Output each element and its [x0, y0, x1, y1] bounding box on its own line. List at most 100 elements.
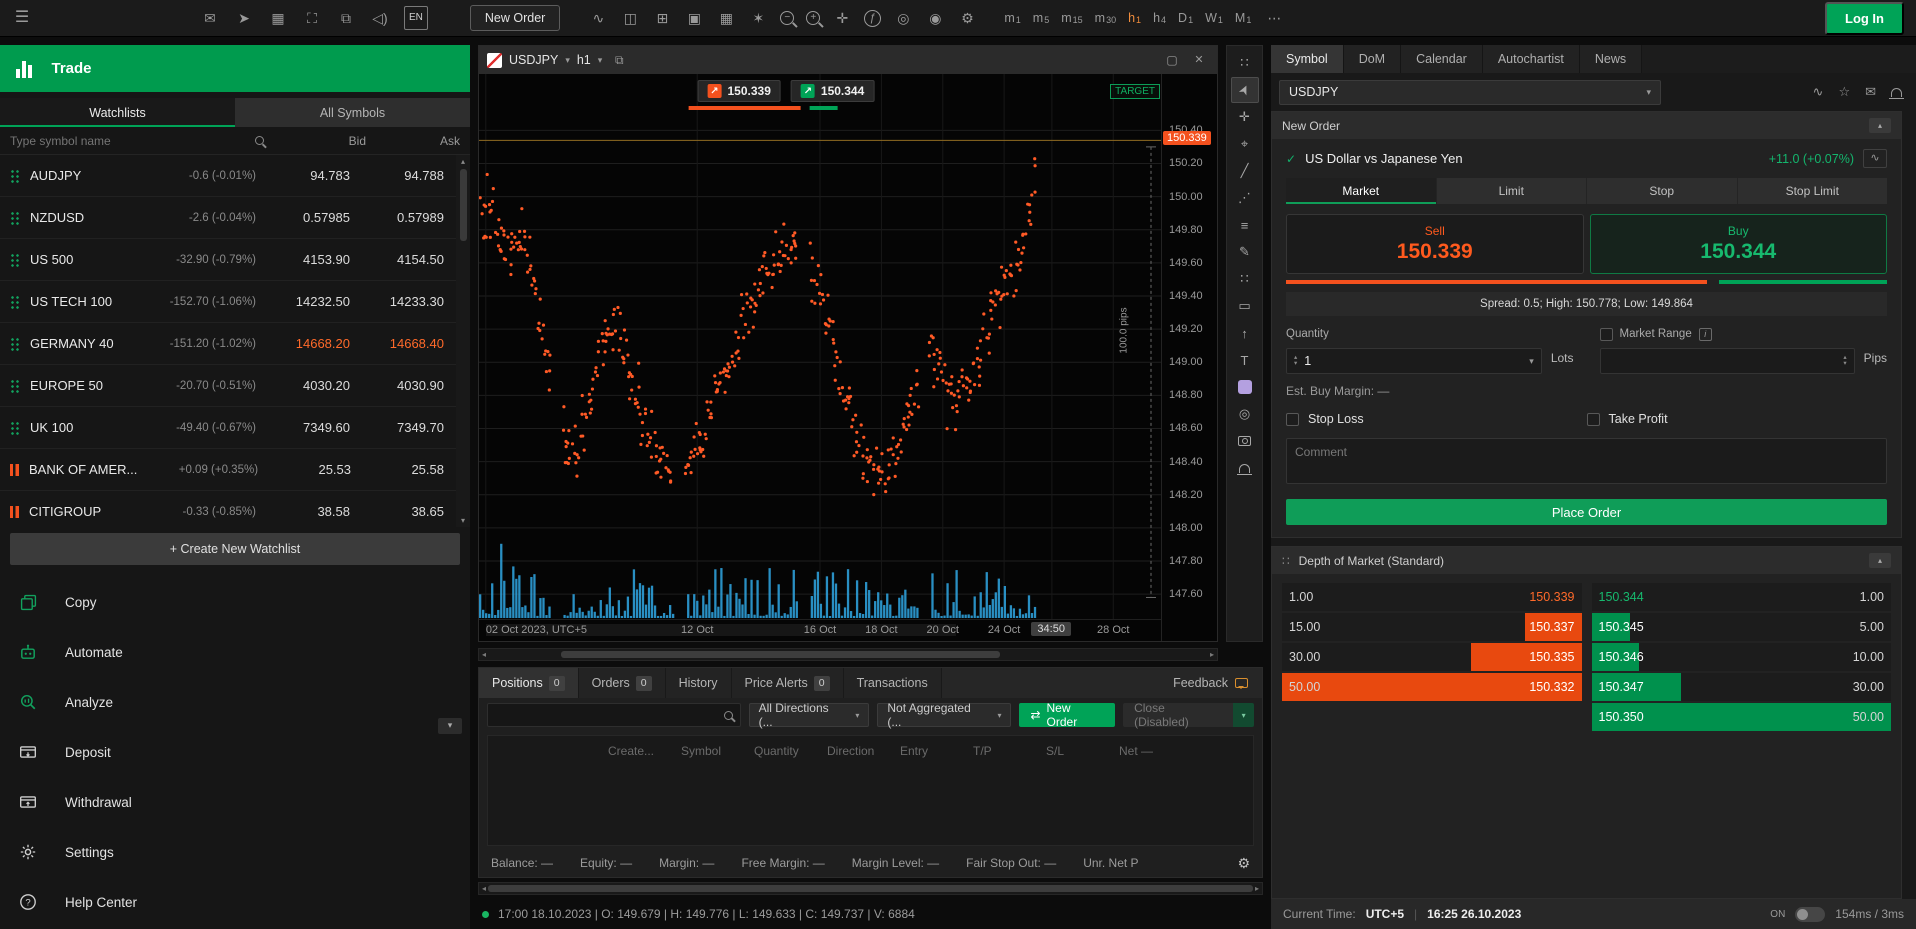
bid-price[interactable]: 94.783	[256, 168, 350, 183]
symbol-search-input[interactable]	[10, 134, 247, 148]
quantity-stepper[interactable]: ▴▾ ▾	[1286, 348, 1542, 374]
star-icon[interactable]: ☆	[1838, 84, 1850, 100]
watchlist-tab[interactable]: All Symbols	[235, 98, 470, 127]
bottom-scrollbar[interactable]: ◂ ▸	[478, 882, 1263, 895]
ask-price[interactable]: 4030.90	[350, 378, 444, 393]
chart-timeframe[interactable]: h1	[577, 53, 591, 67]
ask-price[interactable]: 14668.40	[350, 336, 444, 351]
bid-price[interactable]: 4153.90	[256, 252, 350, 267]
aggregation-filter-select[interactable]: Not Aggregated (... ▾	[877, 703, 1011, 727]
timeframe-button[interactable]: m30	[1091, 9, 1120, 27]
feedback-button[interactable]: Feedback	[1159, 668, 1262, 698]
column-header[interactable]: Quantity	[754, 744, 827, 758]
watchlist-row[interactable]: US 500 -32.90 (-0.79%) 4153.90 4154.50	[0, 239, 470, 281]
watchlist-row[interactable]: NZDUSD -2.6 (-0.04%) 0.57985 0.57989	[0, 197, 470, 239]
chart-scrollbar[interactable]: ◂ ▸	[478, 648, 1218, 661]
scrollbar-thumb[interactable]	[460, 169, 467, 241]
target-tool[interactable]: ⌖	[1231, 131, 1259, 157]
drag-dots-icon[interactable]: ∷	[1282, 554, 1290, 568]
drag-handle-icon[interactable]: ∷	[1231, 50, 1259, 76]
spinner-icon[interactable]: ▴▾	[1843, 355, 1846, 367]
column-header[interactable]: Entry	[900, 744, 973, 758]
compare-chart-icon[interactable]: ∿	[588, 8, 608, 28]
chevron-down-icon[interactable]: ▾	[598, 55, 603, 66]
drag-handle-icon[interactable]	[10, 295, 20, 309]
scroll-right-icon[interactable]: ▸	[1255, 884, 1259, 893]
scroll-right-icon[interactable]: ▸	[1210, 650, 1214, 659]
color-swatch-tool[interactable]	[1231, 374, 1259, 400]
drag-handle-icon[interactable]	[10, 169, 20, 183]
timeframe-button[interactable]: h4	[1149, 9, 1170, 27]
bid-price[interactable]: 7349.60	[256, 420, 350, 435]
order-type-tab[interactable]: Market	[1286, 178, 1437, 204]
sidebar-menu-item[interactable]: Withdrawal	[0, 777, 470, 827]
watchlist-row[interactable]: UK 100 -49.40 (-0.67%) 7349.60 7349.70	[0, 407, 470, 449]
watchlist-tab[interactable]: Watchlists	[0, 98, 235, 127]
chart-symbol[interactable]: USDJPY	[509, 53, 558, 67]
symbol-select[interactable]: USDJPY ▾	[1279, 80, 1661, 105]
quick-buy-button[interactable]: ↗ 150.344	[791, 80, 874, 102]
scroll-left-icon[interactable]: ◂	[482, 884, 486, 893]
expand-icon[interactable]: ▢	[1162, 50, 1182, 70]
timezone[interactable]: UTC+5	[1366, 907, 1404, 921]
link-chart-icon[interactable]: ∿	[1813, 84, 1824, 100]
scroll-up-icon[interactable]: ▴	[461, 157, 465, 166]
watchlist-row[interactable]: CITIGROUP -0.33 (-0.85%) 38.58 38.65	[0, 491, 470, 527]
positions-tab[interactable]: Positions 0	[479, 668, 579, 698]
ask-price[interactable]: 0.57989	[350, 210, 444, 225]
quick-sell-button[interactable]: ↗ 150.339	[698, 80, 781, 102]
sidebar-menu-item[interactable]: Deposit	[0, 727, 470, 777]
order-type-tab[interactable]: Stop Limit	[1738, 178, 1888, 204]
ask-price[interactable]: 38.65	[350, 504, 444, 519]
direction-filter-select[interactable]: All Directions (... ▾	[749, 703, 870, 727]
wand-icon[interactable]: ✶	[748, 8, 768, 28]
timeframe-button[interactable]: m5	[1029, 9, 1053, 27]
dom-ask-row[interactable]: 150.345 5.00	[1592, 613, 1892, 641]
bid-price[interactable]: 14232.50	[256, 294, 350, 309]
dom-ask-row[interactable]: 150.347 30.00	[1592, 673, 1892, 701]
watchlist-row[interactable]: AUDJPY -0.6 (-0.01%) 94.783 94.788	[0, 155, 470, 197]
positions-search-input[interactable]	[495, 708, 718, 722]
grid-icon[interactable]: ⊞	[652, 8, 672, 28]
chart-canvas[interactable]	[479, 74, 1161, 619]
hamburger-icon[interactable]: ☰	[12, 8, 32, 28]
spinner-icon[interactable]: ▴▾	[1294, 355, 1297, 367]
comment-field[interactable]	[1286, 438, 1887, 484]
mail-icon[interactable]: ✉	[200, 8, 220, 28]
sell-button[interactable]: Sell 150.339	[1286, 214, 1584, 274]
sidebar-menu-item[interactable]: Automate	[0, 627, 470, 677]
collapse-button[interactable]: ▴	[1869, 553, 1891, 568]
column-header[interactable]: S/L	[1046, 744, 1119, 758]
ask-price[interactable]: 7349.70	[350, 420, 444, 435]
new-order-button[interactable]: ⇄ New Order	[1019, 703, 1115, 727]
channel-tool[interactable]: ⋰	[1231, 185, 1259, 211]
drag-handle-icon[interactable]	[10, 379, 20, 393]
ask-price[interactable]: 25.58	[351, 462, 444, 477]
chevron-down-icon[interactable]: ▾	[1529, 356, 1534, 367]
bid-price[interactable]: 0.57985	[256, 210, 350, 225]
watchlist-row[interactable]: US TECH 100 -152.70 (-1.06%) 14232.50 14…	[0, 281, 470, 323]
zoom-out-icon[interactable]: −	[780, 11, 794, 25]
target-icon[interactable]: ◎	[893, 8, 913, 28]
timeframe-button[interactable]: W1	[1201, 9, 1227, 27]
bid-price[interactable]: 38.58	[256, 504, 350, 519]
rectangle-tool[interactable]: ▭	[1231, 293, 1259, 319]
chart-plot[interactable]: ↗ 150.339 ↗ 150.344	[479, 74, 1161, 619]
watchlist-row[interactable]: BANK OF AMER... +0.09 (+0.35%) 25.53 25.…	[0, 449, 470, 491]
volume-icon[interactable]: ◁)	[370, 8, 390, 28]
timeframe-button[interactable]: m15	[1057, 9, 1086, 27]
order-type-tab[interactable]: Limit	[1437, 178, 1588, 204]
multi-pane-icon[interactable]: ▦	[716, 8, 736, 28]
order-type-tab[interactable]: Stop	[1587, 178, 1738, 204]
crosshair-tool[interactable]: ✛	[1231, 104, 1259, 130]
column-header[interactable]: Net —	[1119, 744, 1192, 758]
scrollbar-thumb[interactable]	[561, 651, 1000, 658]
drag-handle-icon[interactable]	[10, 211, 20, 225]
create-watchlist-button[interactable]: + Create New Watchlist	[10, 533, 460, 565]
bid-price[interactable]: 25.53	[258, 462, 351, 477]
dom-bid-row[interactable]: 30.00 150.335	[1282, 643, 1582, 671]
timeframe-button[interactable]: M1	[1231, 9, 1255, 27]
positions-tab[interactable]: History	[666, 668, 732, 698]
text-tool[interactable]: T	[1231, 347, 1259, 373]
zoom-in-icon[interactable]: +	[806, 11, 820, 25]
